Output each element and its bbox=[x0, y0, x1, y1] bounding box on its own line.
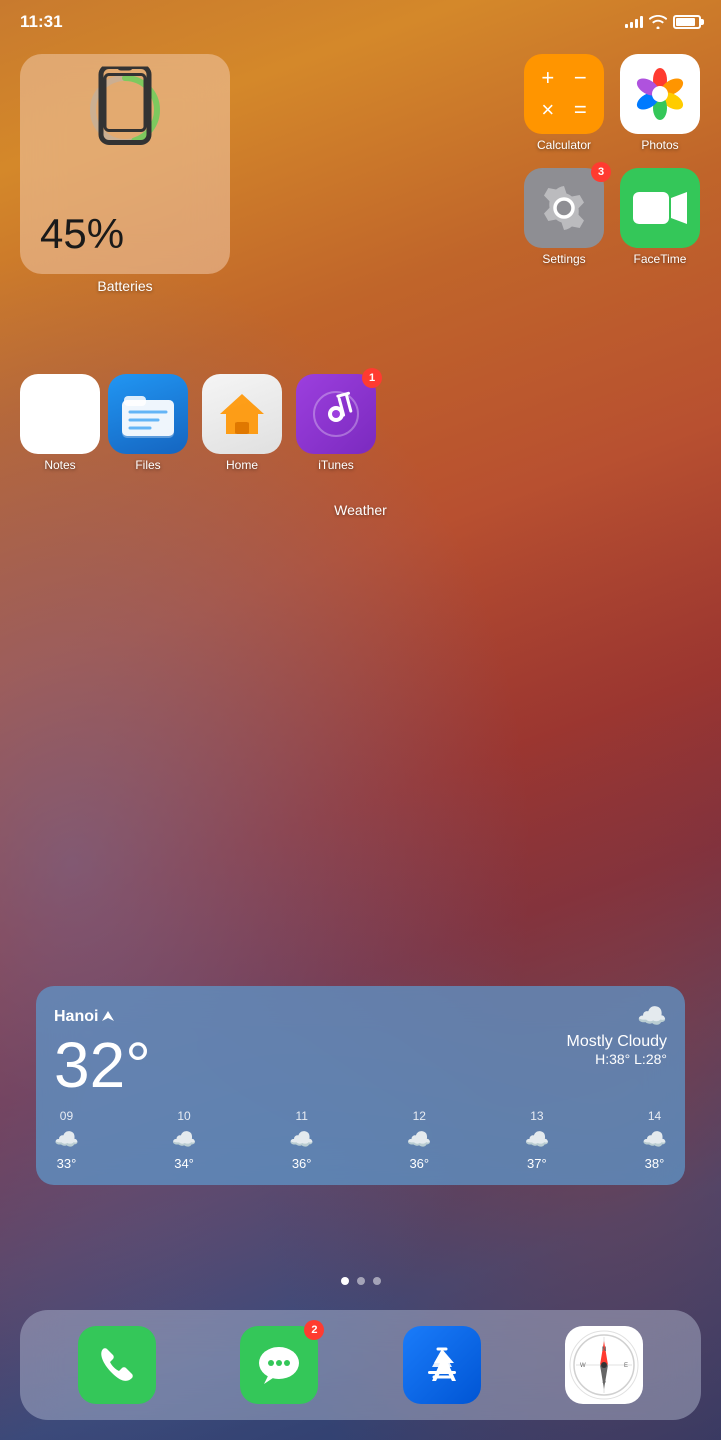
svg-text:W: W bbox=[580, 1363, 586, 1369]
notes-icon bbox=[20, 374, 100, 454]
app-item-files[interactable]: Files bbox=[108, 374, 188, 472]
itunes-label: iTunes bbox=[318, 458, 354, 472]
itunes-badge: 1 bbox=[362, 368, 382, 388]
settings-icon bbox=[524, 168, 604, 248]
home-icon bbox=[202, 374, 282, 454]
safari-icon: N S E W bbox=[565, 1326, 643, 1404]
dock-app-appstore[interactable] bbox=[403, 1326, 481, 1404]
page-dot-2[interactable] bbox=[357, 1277, 365, 1285]
wifi-icon bbox=[649, 15, 667, 29]
calculator-label: Calculator bbox=[537, 138, 591, 152]
batteries-widget[interactable]: 45% bbox=[20, 54, 230, 274]
app-row-2: Notes Files Home bbox=[20, 374, 701, 472]
weather-high: H:38° L:28° bbox=[567, 1051, 667, 1067]
batteries-widget-label: Batteries bbox=[97, 278, 152, 294]
notes-label: Notes bbox=[44, 458, 75, 472]
weather-city: Hanoi bbox=[54, 1008, 114, 1026]
weather-widget-container: Hanoi ☁️ 32° Mostly Cloudy H:38° L:28° 0… bbox=[16, 496, 705, 520]
app-item-facetime[interactable]: FaceTime bbox=[619, 168, 701, 266]
forecast-11: 11 ☁️ 36° bbox=[289, 1109, 314, 1171]
photos-label: Photos bbox=[641, 138, 678, 152]
itunes-icon bbox=[296, 374, 376, 454]
battery-icon bbox=[673, 15, 701, 29]
weather-main: 32° Mostly Cloudy H:38° L:28° bbox=[54, 1033, 667, 1097]
weather-widget-label: Weather bbox=[334, 502, 387, 518]
weather-description: Mostly Cloudy H:38° L:28° bbox=[567, 1033, 667, 1067]
dock-app-safari[interactable]: N S E W bbox=[565, 1326, 643, 1404]
battery-percent: 45% bbox=[36, 210, 214, 258]
app-item-notes[interactable]: Notes bbox=[20, 374, 100, 472]
weather-widget[interactable]: Hanoi ☁️ 32° Mostly Cloudy H:38° L:28° 0… bbox=[36, 986, 685, 1185]
dock-app-messages[interactable]: 2 bbox=[240, 1326, 318, 1404]
app-item-calculator[interactable]: + − × = Calculator bbox=[523, 54, 605, 152]
dock-app-phone[interactable] bbox=[78, 1326, 156, 1404]
page-dots bbox=[341, 1277, 381, 1285]
phone-icon bbox=[78, 1326, 156, 1404]
photos-icon bbox=[620, 54, 700, 134]
home-label: Home bbox=[226, 458, 258, 472]
weather-temperature: 32° bbox=[54, 1033, 151, 1097]
facetime-label: FaceTime bbox=[634, 252, 687, 266]
location-icon bbox=[102, 1011, 114, 1023]
weather-cloud-icon: ☁️ bbox=[637, 1002, 667, 1031]
page-dot-1[interactable] bbox=[341, 1277, 349, 1285]
forecast-14: 14 ☁️ 38° bbox=[642, 1109, 667, 1171]
page-dot-3[interactable] bbox=[373, 1277, 381, 1285]
app-item-itunes[interactable]: 1 iTunes bbox=[296, 374, 376, 472]
forecast-13: 13 ☁️ 37° bbox=[524, 1109, 549, 1171]
facetime-icon bbox=[620, 168, 700, 248]
signal-bars-icon bbox=[625, 16, 643, 28]
forecast-09: 09 ☁️ 33° bbox=[54, 1109, 79, 1171]
forecast-12: 12 ☁️ 36° bbox=[407, 1109, 432, 1171]
weather-forecast: 09 ☁️ 33° 10 ☁️ 34° 11 ☁️ 36° 12 ☁️ 36° … bbox=[54, 1109, 667, 1171]
messages-badge: 2 bbox=[304, 1320, 324, 1340]
files-icon bbox=[108, 374, 188, 454]
appstore-icon bbox=[403, 1326, 481, 1404]
files-label: Files bbox=[135, 458, 160, 472]
status-bar: 11:31 bbox=[0, 0, 721, 44]
battery-phone-icon bbox=[85, 67, 165, 154]
forecast-10: 10 ☁️ 34° bbox=[172, 1109, 197, 1171]
dock: 2 bbox=[20, 1310, 701, 1420]
calculator-icon: + − × = bbox=[524, 54, 604, 134]
settings-badge: 3 bbox=[591, 162, 611, 182]
status-icons bbox=[625, 15, 701, 29]
settings-label: Settings bbox=[542, 252, 585, 266]
svg-text:S: S bbox=[602, 1379, 606, 1385]
battery-circle bbox=[85, 70, 165, 150]
app-item-settings[interactable]: 3 Settings bbox=[523, 168, 605, 266]
app-grid-top: + − × = Calculator Photos bbox=[523, 54, 701, 266]
svg-text:E: E bbox=[624, 1363, 628, 1369]
app-item-photos[interactable]: Photos bbox=[619, 54, 701, 152]
app-item-home[interactable]: Home bbox=[202, 374, 282, 472]
status-time: 11:31 bbox=[20, 12, 63, 32]
svg-text:N: N bbox=[602, 1347, 606, 1353]
weather-header: Hanoi ☁️ bbox=[54, 1002, 667, 1031]
